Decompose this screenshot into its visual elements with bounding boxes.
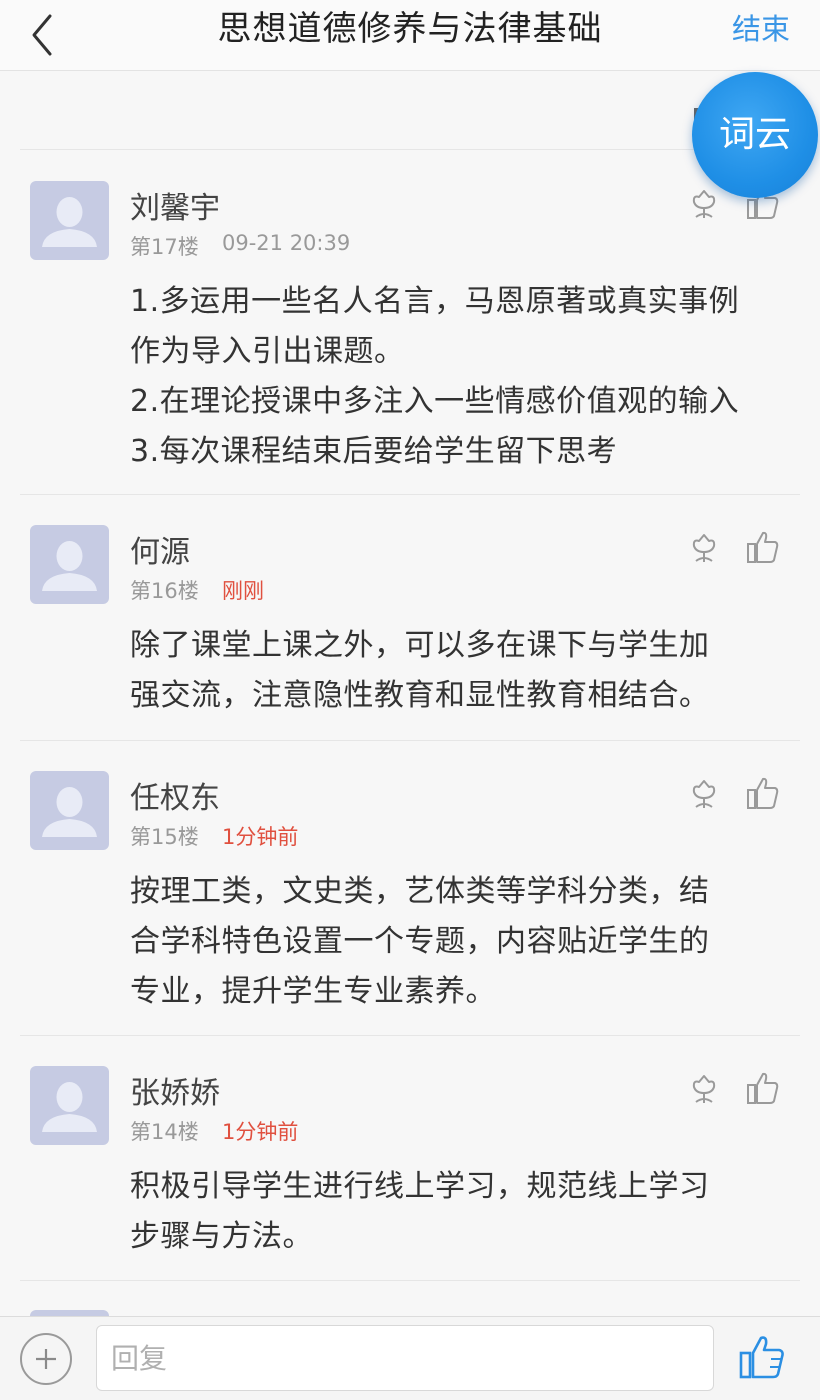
post-content: 1.多运用一些名人名言，马恩原著或真实事例 作为导入引出课题。 2.在理论授课中… [130,284,740,469]
flower-icon[interactable] [688,1072,720,1106]
post-time: 1分钟前 [222,1120,299,1144]
divider [20,494,800,495]
thumbs-up-icon[interactable] [746,529,780,565]
add-attachment-button[interactable] [20,1333,72,1385]
avatar[interactable] [30,525,109,604]
flower-icon[interactable] [688,777,720,811]
post-content: 除了课堂上课之外，可以多在课下与学生加 强交流，注意隐性教育和显性教育相结合。 [130,628,710,713]
post-time: 09-21 20:39 [222,231,351,255]
reply-input[interactable] [96,1325,714,1391]
default-avatar-icon [42,787,97,837]
flower-icon[interactable] [688,187,720,221]
plus-icon [36,1349,56,1369]
post-author[interactable]: 刘馨宇 [130,183,220,227]
avatar[interactable] [30,1066,109,1145]
default-avatar-icon [42,197,97,247]
post-content: 按理工类，文史类，艺体类等学科分类，结 合学科特色设置一个专题，内容贴近学生的 … [130,874,710,1009]
post-floor: 第15楼 [130,825,199,849]
default-avatar-icon [42,541,97,591]
avatar[interactable] [30,181,109,260]
post-floor: 第14楼 [130,1120,199,1144]
post-floor: 第17楼 [130,235,199,259]
thumbs-up-icon[interactable] [738,1333,786,1381]
reply-bar [0,1316,820,1400]
divider [20,740,800,741]
post-time: 1分钟前 [222,825,299,849]
word-cloud-button[interactable]: 词云 [692,72,818,198]
avatar[interactable] [30,771,109,850]
post-content: 积极引导学生进行线上学习，规范线上学习 步骤与方法。 [130,1169,710,1254]
top-nav-bar: 思想道德修养与法律基础 结束 [0,0,820,71]
flower-icon[interactable] [688,531,720,565]
post-author[interactable]: 张娇娇 [130,1068,220,1112]
page-title: 思想道德修养与法律基础 [217,9,603,49]
thumbs-up-icon[interactable] [746,775,780,811]
post-time: 刚刚 [222,579,264,603]
default-avatar-icon [42,1082,97,1132]
post-floor: 第16楼 [130,579,199,603]
end-button[interactable]: 结束 [732,0,790,58]
post-author[interactable]: 何源 [130,527,190,571]
thumbs-up-icon[interactable] [746,1070,780,1106]
divider [20,149,800,150]
post-author[interactable]: 任权东 [130,773,220,817]
divider [20,1280,800,1281]
divider [20,1035,800,1036]
